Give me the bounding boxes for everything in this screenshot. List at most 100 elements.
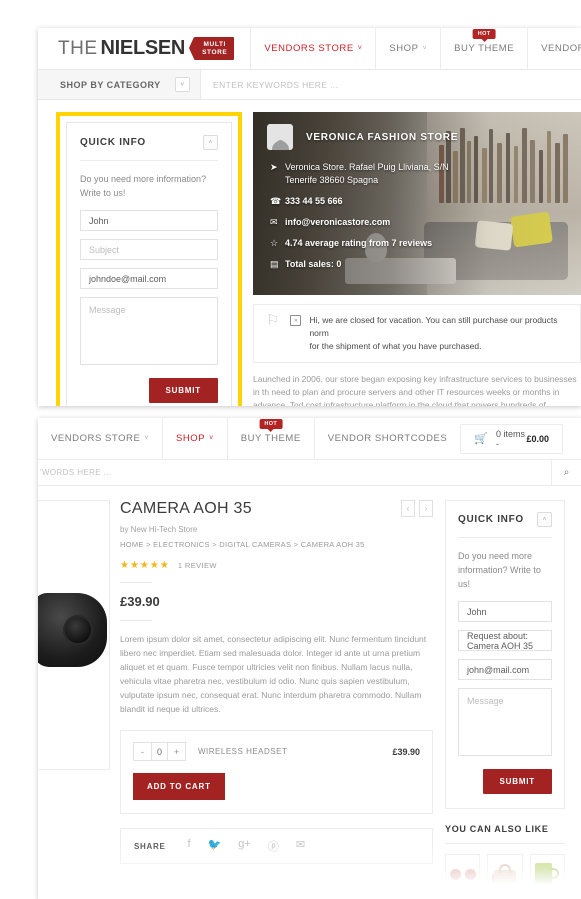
name-field[interactable]: John	[80, 210, 218, 231]
subject-field[interactable]: Subject	[80, 239, 218, 260]
chevron-up-icon[interactable]: ˄	[537, 512, 552, 527]
nav-item-buy-theme[interactable]: HOT BUY THEME	[440, 28, 527, 70]
quantity-row: - 0 + WIRELESS HEADSET £39.90	[133, 742, 420, 761]
chevron-down-icon: ˅	[357, 45, 363, 52]
star-rating-icon: ★★★★★	[120, 560, 170, 571]
calendar-icon: ✕	[290, 315, 302, 326]
cart-total: £0.00	[526, 433, 549, 444]
email-icon[interactable]: ✉	[296, 838, 305, 854]
related-product-handbag[interactable]	[487, 854, 523, 894]
quick-info-header: QUICK INFO ˄	[458, 512, 552, 527]
quick-info-highlight: QUICK INFO ˄ Do you need more informatio…	[56, 112, 242, 406]
store-total-sales: Total sales: 0	[285, 259, 342, 269]
store-address: Veronica Store. Rafael Puig Lliviana, S/…	[285, 161, 449, 187]
email-field[interactable]: john@mail.com	[458, 659, 552, 680]
submit-row: SUBMIT	[458, 769, 552, 794]
notice-line-1: Hi, we are closed for vacation. You can …	[309, 315, 558, 338]
quantity-value[interactable]: 0	[151, 743, 168, 760]
store-phone-row: ☎ 333 44 55 666	[267, 195, 581, 208]
google-plus-icon[interactable]: g+	[238, 838, 251, 854]
nav-item-shop[interactable]: SHOP ˅	[375, 28, 440, 70]
store-address-row: ➤ Veronica Store. Rafael Puig Lliviana, …	[267, 161, 581, 187]
flag-icon: ⚐	[266, 312, 280, 329]
divider	[120, 620, 152, 621]
nav-label: SHOP	[389, 43, 419, 54]
prev-product-button[interactable]: ‹	[401, 500, 415, 517]
share-icon-list: f 🐦 g+ ⓟ ✉	[188, 838, 306, 854]
email-field[interactable]: johndoe@mail.com	[80, 268, 218, 289]
store-rating-row: ☆ 4.74 average rating from 7 reviews	[267, 237, 581, 250]
product-sidebar: QUICK INFO ˄ Do you need more informatio…	[445, 500, 581, 894]
nav-label: SHOP	[175, 433, 206, 444]
shop-by-category-dropdown[interactable]: SHOP BY CATEGORY ˅	[38, 70, 201, 99]
site-logo[interactable]: THE NIELSEN MULTI STORE	[38, 37, 235, 60]
chevron-up-icon[interactable]: ˄	[203, 135, 218, 150]
add-to-cart-button[interactable]: ADD TO CART	[133, 773, 225, 800]
quick-info-intro: Do you need more information? Write to u…	[458, 551, 541, 589]
product-search-bar[interactable]: 'WORDS HERE ... ⌕	[38, 459, 581, 486]
message-field[interactable]: Message	[458, 688, 552, 756]
nav-item-shop[interactable]: SHOP ˅	[161, 418, 227, 460]
nav-item-buy-theme[interactable]: HOT BUY THEME	[226, 418, 314, 460]
product-image[interactable]	[38, 500, 110, 770]
submit-button[interactable]: SUBMIT	[148, 378, 218, 403]
variant-price: £39.90	[392, 746, 420, 757]
product-pager: ‹ ›	[401, 500, 433, 517]
twitter-icon[interactable]: 🐦	[208, 838, 222, 854]
logo-nielsen-text: NIELSEN	[100, 37, 186, 59]
hot-badge: HOT	[259, 418, 283, 432]
divider	[80, 160, 218, 161]
also-like-title: YOU CAN ALSO LIKE	[445, 824, 549, 834]
cart-summary[interactable]: 🛒 0 items - £0.00	[460, 423, 563, 454]
quantity-decrement-button[interactable]: -	[134, 743, 151, 760]
nav-item-vendors-store[interactable]: VENDORS STORE ˅	[250, 28, 375, 70]
review-count[interactable]: 1 REVIEW	[178, 561, 217, 570]
store-name: VERONICA FASHION STORE	[306, 131, 459, 143]
message-field[interactable]: Message	[80, 297, 218, 365]
search-input[interactable]: ENTER KEYWORDS HERE ...	[201, 70, 581, 99]
main-navigation: VENDORS STORE ˅ SHOP ˅ HOT BUY THEME VEN…	[250, 28, 581, 70]
location-icon: ➤	[270, 162, 278, 172]
add-to-cart-box: - 0 + WIRELESS HEADSET £39.90 ADD TO CAR…	[120, 730, 433, 814]
chevron-down-icon[interactable]: ˅	[175, 77, 190, 92]
store-info-overlay: VERONICA FASHION STORE ➤ Veronica Store.…	[253, 112, 581, 271]
multi-store-ribbon: MULTI STORE	[189, 37, 235, 60]
related-product-sunglasses[interactable]	[445, 854, 481, 894]
share-box: SHARE f 🐦 g+ ⓟ ✉	[120, 828, 433, 864]
subject-field[interactable]: Request about: Camera AOH 35	[458, 630, 552, 651]
quantity-increment-button[interactable]: +	[168, 743, 185, 760]
sunglasses-icon	[449, 868, 476, 880]
page-title: CAMERA AOH 35	[120, 500, 252, 517]
search-icon[interactable]: ⌕	[551, 459, 581, 486]
chevron-down-icon: ˅	[422, 45, 428, 52]
store-email-row[interactable]: ✉ info@veronicastore.com	[267, 216, 581, 229]
next-product-button[interactable]: ›	[419, 500, 433, 517]
related-product-mug[interactable]	[529, 854, 565, 894]
quick-info-title: QUICK INFO	[80, 137, 146, 148]
submit-button[interactable]: SUBMIT	[482, 769, 552, 794]
nav-item-vendors-store[interactable]: VENDORS STORE ˅	[38, 418, 162, 460]
quantity-stepper[interactable]: - 0 +	[133, 742, 186, 761]
search-placeholder: ENTER KEYWORDS HERE ...	[213, 79, 339, 90]
nav-item-vendor-shortcodes[interactable]: VENDOR SHORTCODES	[313, 418, 461, 460]
product-vendor[interactable]: by New Hi-Tech Store	[120, 525, 433, 534]
address-line-1: Veronica Store. Rafael Puig Lliviana, S/…	[285, 162, 449, 172]
product-description: Lorem ipsum dolor sit amet, consectetur …	[120, 634, 427, 714]
email-field-value: johndoe@mail.com	[89, 273, 167, 284]
chevron-down-icon: ˅	[144, 435, 149, 442]
search-placeholder: 'WORDS HERE ...	[40, 468, 112, 477]
divider	[445, 843, 565, 844]
camera-lens	[63, 615, 93, 645]
top-browser-panel: THE NIELSEN MULTI STORE VENDORS STORE ˅ …	[38, 28, 581, 406]
breadcrumb[interactable]: HOME > ELECTRONICS > DIGITAL CAMERAS > C…	[120, 540, 433, 549]
store-rating: 4.74 average rating from 7 reviews	[285, 238, 433, 248]
notice-line-2: for the shipment of what you have purcha…	[309, 341, 482, 351]
nav-item-vendor-shortcodes[interactable]: VENDOR SHORTCODES	[527, 28, 581, 70]
store-header: VERONICA FASHION STORE	[267, 124, 581, 150]
pinterest-icon[interactable]: ⓟ	[268, 838, 279, 854]
nav-label: VENDOR SHORTCODES	[327, 433, 448, 444]
name-field[interactable]: John	[458, 601, 552, 622]
product-rating: ★★★★★ 1 REVIEW	[120, 560, 433, 571]
store-hero-banner: VERONICA FASHION STORE ➤ Veronica Store.…	[253, 112, 581, 295]
facebook-icon[interactable]: f	[188, 838, 191, 854]
